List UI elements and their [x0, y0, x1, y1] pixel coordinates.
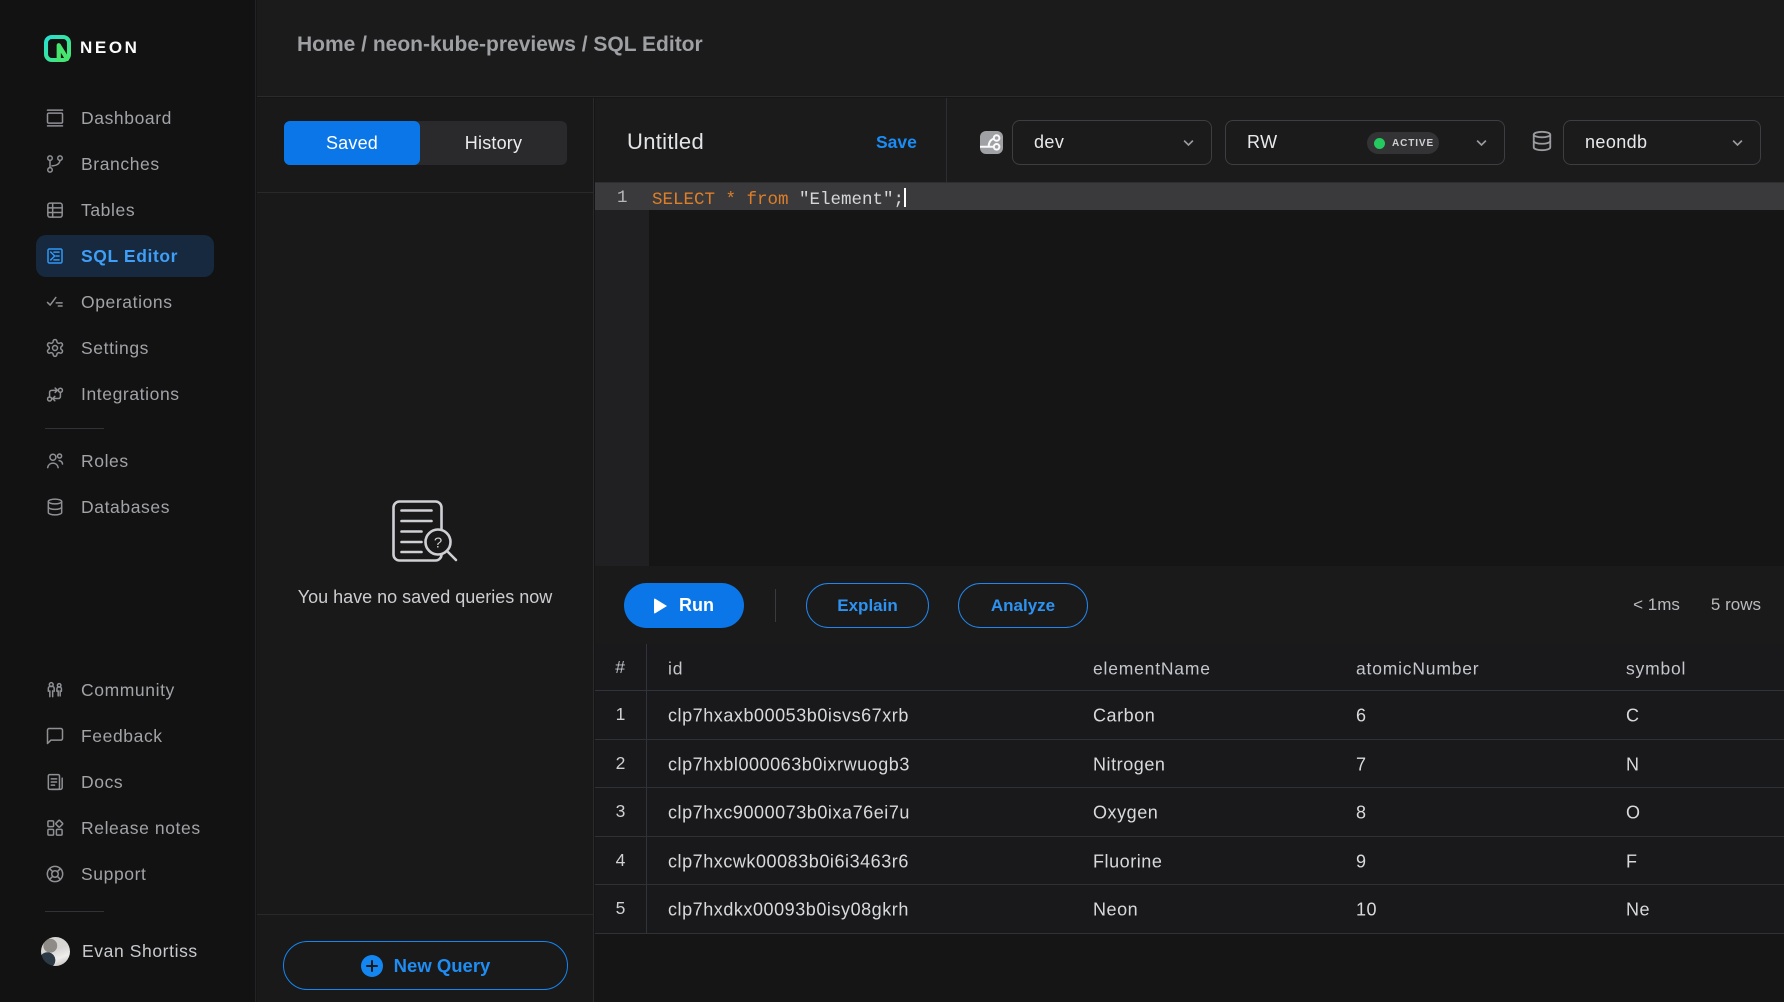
svg-text:?: ? — [433, 534, 441, 551]
